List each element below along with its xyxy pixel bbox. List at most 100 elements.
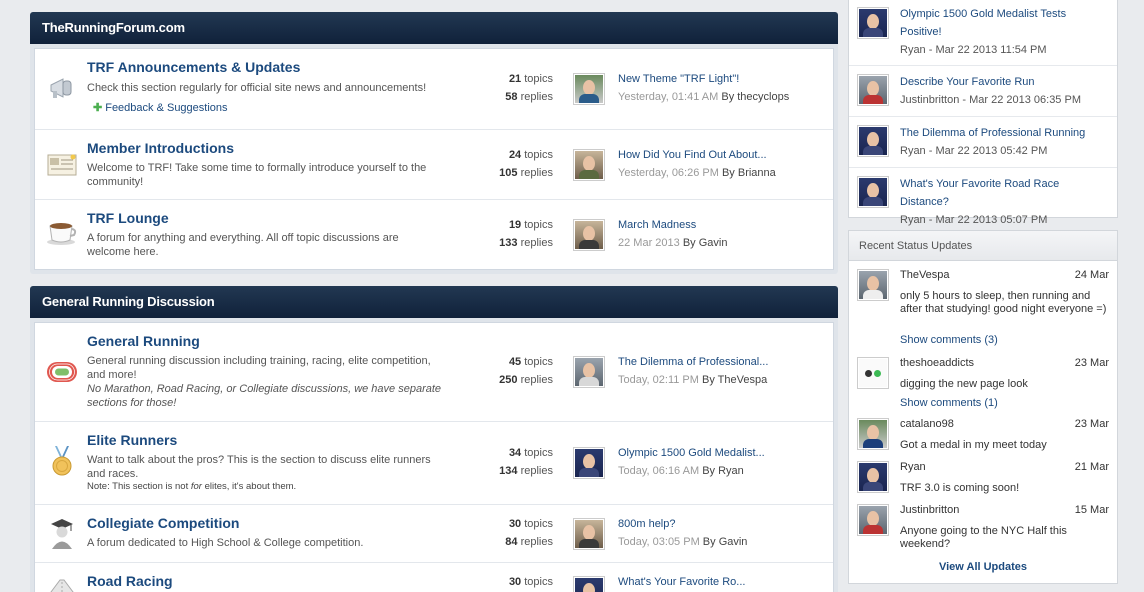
forum-description: A forum for anything and everything. All… (87, 232, 399, 258)
recent-topic-meta: Ryan - Mar 22 2013 05:42 PM (900, 145, 1048, 157)
last-post-title[interactable]: What's Your Favorite Ro... (618, 573, 745, 591)
avatar[interactable] (857, 418, 889, 450)
last-post-title[interactable]: 800m help? (618, 515, 747, 533)
last-post-title[interactable]: March Madness (618, 216, 727, 234)
status-item: theshoeaddicts 23 Mar digging the new pa… (849, 357, 1117, 415)
replies-label: replies (520, 167, 553, 179)
subforum-label[interactable]: Feedback & Suggestions (105, 102, 227, 114)
last-post: What's Your Favorite Ro... (618, 573, 745, 591)
status-updates-panel: Recent Status Updates TheVespa 24 Mar on… (848, 230, 1118, 584)
subforum-link[interactable]: ✚ Feedback & Suggestions (93, 101, 228, 114)
recent-topic-title[interactable]: What's Your Favorite Road Race Distance? (900, 175, 1110, 211)
avatar[interactable] (857, 125, 889, 157)
avatar[interactable] (573, 219, 605, 251)
last-post-title[interactable]: New Theme "TRF Light"! (618, 70, 789, 88)
last-post-title[interactable]: Olympic 1500 Gold Medalist... (618, 444, 765, 462)
forum-title-collegiate[interactable]: Collegiate Competition (87, 515, 239, 531)
status-panel-title: Recent Status Updates (849, 231, 1117, 261)
last-post-author[interactable]: By Gavin (683, 237, 728, 249)
avatar[interactable] (573, 518, 605, 550)
topics-label: topics (524, 447, 553, 459)
replies-count: 133 (499, 237, 518, 249)
status-date: 24 Mar (1074, 269, 1109, 281)
forum-stats: 45 topics 250 replies (443, 353, 553, 389)
forum-list: TRF Announcements & Updates Check this s… (34, 48, 834, 270)
avatar[interactable] (857, 357, 889, 389)
show-comments-link[interactable]: Show comments (1) (900, 397, 998, 409)
recent-topic-item[interactable]: The Dilemma of Professional Running Ryan… (849, 117, 1117, 168)
status-text: Got a medal in my meet today (900, 439, 1047, 451)
topics-count: 21 (508, 73, 522, 85)
forum-row-introductions: Member Introductions Welcome to TRF! Tak… (35, 129, 833, 199)
avatar[interactable] (573, 576, 605, 592)
last-post-author[interactable]: By TheVespa (702, 374, 767, 386)
avatar[interactable] (857, 269, 889, 301)
replies-label: replies (520, 91, 553, 103)
status-item: Ryan 21 Mar TRF 3.0 is coming soon! (849, 461, 1117, 501)
avatar[interactable] (857, 461, 889, 493)
status-author[interactable]: Ryan (900, 461, 926, 473)
status-item: TheVespa 24 Mar only 5 hours to sleep, t… (849, 269, 1117, 353)
forum-title-road-racing[interactable]: Road Racing (87, 573, 173, 589)
category-title[interactable]: General Running Discussion (30, 286, 838, 318)
avatar[interactable] (857, 504, 889, 536)
status-date: 23 Mar (1074, 418, 1109, 430)
last-post-author[interactable]: By Gavin (703, 536, 748, 548)
forum-title-elite-runners[interactable]: Elite Runners (87, 432, 177, 448)
forum-stats: 24 topics 105 replies (443, 146, 553, 182)
forum-title-general-running[interactable]: General Running (87, 333, 200, 349)
topics-label: topics (524, 576, 553, 588)
show-comments-link[interactable]: Show comments (3) (900, 334, 998, 346)
status-item: catalano98 23 Mar Got a medal in my meet… (849, 418, 1117, 458)
last-post-author[interactable]: By Brianna (722, 167, 776, 179)
forum-note: Note: This section is not for elites, it… (87, 481, 297, 492)
avatar[interactable] (857, 176, 889, 208)
last-post: How Did You Find Out About... Yesterday,… (618, 146, 776, 182)
avatar[interactable] (857, 7, 889, 39)
topics-count: 30 (508, 576, 522, 588)
forum-title-introductions[interactable]: Member Introductions (87, 140, 234, 156)
recent-topic-title[interactable]: The Dilemma of Professional Running (900, 124, 1110, 142)
status-date: 23 Mar (1074, 357, 1109, 369)
plus-icon: ✚ (93, 102, 103, 114)
recent-topic-meta: Justinbritton - Mar 22 2013 06:35 PM (900, 94, 1081, 106)
status-author[interactable]: TheVespa (900, 269, 950, 281)
last-post-time: Today, 02:11 PM (618, 374, 699, 386)
last-post: Olympic 1500 Gold Medalist... Today, 06:… (618, 444, 765, 480)
avatar[interactable] (573, 149, 605, 181)
view-all-updates-link[interactable]: View All Updates (849, 561, 1117, 573)
forum-description: Want to talk about the pros? This is the… (87, 454, 431, 480)
replies-count: 58 (505, 91, 518, 103)
forum-description: General running discussion including tra… (87, 355, 431, 381)
last-post-time: Yesterday, 01:41 AM (618, 91, 719, 103)
status-author[interactable]: theshoeaddicts (900, 357, 974, 369)
recent-topic-item[interactable]: Olympic 1500 Gold Medalist Tests Positiv… (849, 0, 1117, 66)
category-title[interactable]: TheRunningForum.com (30, 12, 838, 44)
forum-list: General Running General running discussi… (34, 322, 834, 592)
last-post-author[interactable]: By Ryan (702, 465, 744, 477)
last-post-author[interactable]: By thecyclops (721, 91, 789, 103)
forum-title-lounge[interactable]: TRF Lounge (87, 210, 169, 226)
avatar[interactable] (857, 74, 889, 106)
forum-row-lounge: TRF Lounge A forum for anything and ever… (35, 199, 833, 269)
avatar[interactable] (573, 447, 605, 479)
topics-count: 30 (508, 518, 522, 530)
last-post: 800m help? Today, 03:05 PM By Gavin (618, 515, 747, 551)
replies-count: 134 (499, 465, 518, 477)
topics-count: 34 (508, 447, 522, 459)
status-author[interactable]: Justinbritton (900, 504, 959, 516)
recent-topic-title[interactable]: Olympic 1500 Gold Medalist Tests Positiv… (900, 5, 1110, 41)
last-post-title[interactable]: How Did You Find Out About... (618, 146, 776, 164)
topics-label: topics (524, 149, 553, 161)
avatar[interactable] (573, 356, 605, 388)
avatar[interactable] (573, 73, 605, 105)
name-tag-icon (45, 148, 79, 182)
status-author[interactable]: catalano98 (900, 418, 954, 430)
last-post-title[interactable]: The Dilemma of Professional... (618, 353, 768, 371)
last-post-time: Yesterday, 06:26 PM (618, 167, 719, 179)
forum-title-announcements[interactable]: TRF Announcements & Updates (87, 59, 300, 75)
recent-topic-title[interactable]: Describe Your Favorite Run (900, 73, 1110, 91)
recent-topic-item[interactable]: What's Your Favorite Road Race Distance?… (849, 168, 1117, 226)
topics-count: 24 (508, 149, 522, 161)
recent-topic-item[interactable]: Describe Your Favorite Run Justinbritton… (849, 66, 1117, 117)
